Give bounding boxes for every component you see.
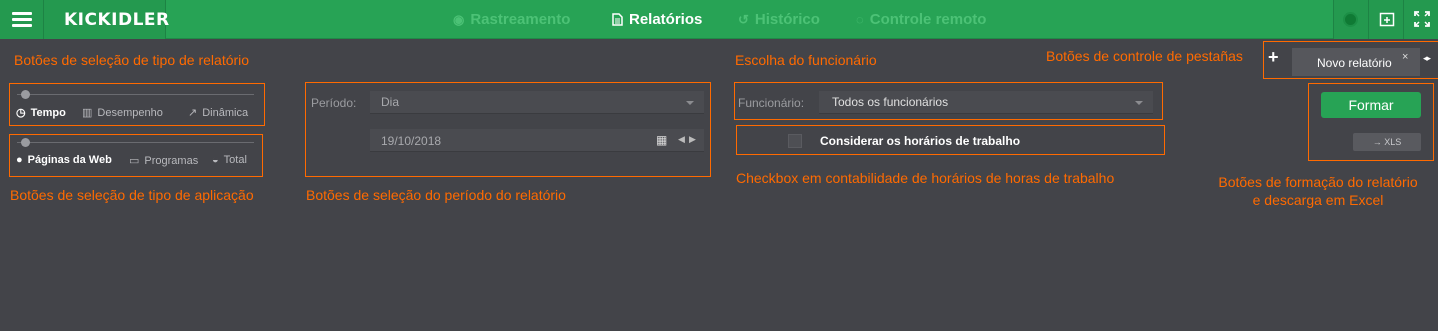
option-paginas-da-web[interactable]: ● Páginas da Web	[16, 154, 112, 166]
option-dinamica[interactable]: ↗ Dinâmica	[188, 106, 249, 120]
eye-icon: ◉	[453, 11, 465, 27]
report-type-slider[interactable]	[17, 94, 254, 95]
next-date-arrow-icon[interactable]: ▶	[689, 134, 696, 145]
annotation-report-type: Botões de seleção de tipo de relatório	[14, 52, 250, 68]
option-programas[interactable]: ▭ Programas	[129, 154, 199, 168]
nav-label: Histórico	[754, 11, 820, 28]
employee-label: Funcionário:	[738, 96, 805, 110]
annotation-app-type: Botões de seleção de tipo de aplicação	[10, 187, 254, 203]
hamburger-menu-button[interactable]	[0, 0, 44, 39]
connection-status	[1333, 0, 1368, 39]
form-report-button[interactable]: Formar	[1321, 92, 1421, 118]
close-icon[interactable]: ×	[1402, 51, 1408, 63]
employee-value: Todos os funcionários	[832, 95, 949, 109]
fullscreen-icon	[1414, 11, 1430, 27]
option-label: Tempo	[30, 106, 66, 119]
report-type-frame	[9, 83, 265, 126]
annotation-export-line1: Botões de formação do relatório	[1218, 174, 1418, 190]
fullscreen-button[interactable]	[1403, 0, 1438, 39]
window-icon: ▭	[129, 155, 140, 167]
status-dot-icon	[1343, 12, 1358, 27]
annotation-employee: Escolha do funcionário	[735, 52, 877, 68]
add-tab-button[interactable]: +	[1268, 47, 1279, 68]
prev-date-arrow-icon[interactable]: ◀	[678, 134, 685, 145]
nav-relatorios[interactable]: Relatórios	[612, 0, 702, 39]
nav-controle-remoto[interactable]: ◌ Controle remoto	[856, 0, 986, 39]
logo-area: KICKIDLER	[44, 0, 169, 39]
period-select[interactable]: Dia	[370, 91, 704, 114]
option-tempo[interactable]: ◷ Tempo	[16, 106, 66, 120]
nav-historico[interactable]: ↺ Histórico	[738, 0, 820, 39]
report-type-slider-knob[interactable]	[21, 90, 30, 99]
line-chart-icon: ↗	[188, 107, 198, 119]
option-label: Desempenho	[97, 106, 163, 119]
clock-icon: ◷	[16, 107, 26, 119]
option-label: Páginas da Web	[27, 154, 112, 166]
option-label: Dinâmica	[202, 106, 249, 119]
date-input[interactable]: 19/10/2018 ▦ ◀ ▶	[370, 129, 704, 152]
employee-select[interactable]: Todos os funcionários	[819, 91, 1153, 114]
nav-label: Controle remoto	[869, 11, 987, 28]
working-hours-checkbox[interactable]	[788, 134, 802, 148]
date-value: 19/10/2018	[381, 134, 442, 148]
annotation-export-line2: e descarga em Excel	[1252, 192, 1384, 208]
option-label: Programas	[144, 154, 199, 167]
history-icon: ↺	[738, 11, 749, 27]
nav-label: Relatórios	[629, 11, 703, 28]
period-label: Período:	[311, 96, 357, 110]
annotation-export: Botões de formação do relatório e descar…	[1208, 173, 1428, 209]
working-hours-label: Considerar os horários de trabalho	[820, 134, 1021, 148]
xls-export-button[interactable]: → XLS	[1353, 133, 1421, 151]
chevron-down-icon	[1135, 101, 1143, 105]
app-type-slider-knob[interactable]	[21, 138, 30, 147]
nav-rastreamento[interactable]: ◉ Rastreamento	[453, 0, 570, 39]
remote-icon: ◌	[856, 12, 864, 27]
document-icon	[612, 13, 623, 26]
calendar-icon[interactable]: ▦	[656, 133, 667, 147]
tab-label: Novo relatório	[1317, 56, 1392, 70]
new-window-icon	[1379, 12, 1395, 27]
kickidler-logo: KICKIDLER	[64, 10, 170, 30]
tab-scroll-arrows-icon[interactable]: ◂▸	[1423, 53, 1431, 64]
top-bar: KICKIDLER ◉ Rastreamento Relatórios ↺ Hi…	[0, 0, 1438, 39]
new-window-button[interactable]	[1368, 0, 1403, 39]
option-desempenho[interactable]: ▥ Desempenho	[82, 106, 163, 120]
option-total[interactable]: ◒ Total	[212, 154, 247, 166]
tab-novo-relatorio[interactable]: Novo relatório ×	[1292, 48, 1420, 76]
nav-label: Rastreamento	[470, 11, 571, 28]
globe-icon: ●	[16, 154, 23, 166]
annotation-period: Botões de seleção do período do relatóri…	[306, 187, 566, 203]
bar-chart-icon: ▥	[82, 107, 93, 119]
option-label: Total	[223, 154, 247, 166]
annotation-checkbox: Checkbox em contabilidade de horários de…	[736, 170, 1115, 186]
annotation-tabs: Botões de controle de pestañas	[1046, 48, 1243, 64]
app-type-slider[interactable]	[17, 142, 254, 143]
drive-icon: ◒	[212, 154, 219, 166]
chevron-down-icon	[686, 101, 694, 105]
period-value: Dia	[381, 95, 400, 109]
